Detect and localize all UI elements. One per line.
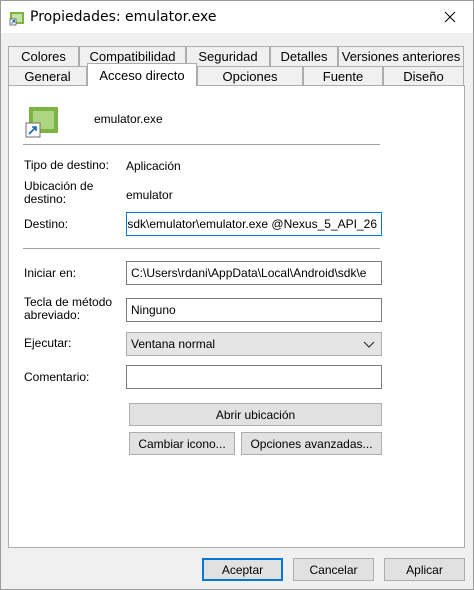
run-select[interactable]: Ventana normal	[126, 332, 382, 356]
target-field[interactable]: sdk\emulator\emulator.exe @Nexus_5_API_2…	[126, 212, 382, 236]
cancel-button[interactable]: Cancelar	[293, 558, 374, 581]
tab-acceso-directo[interactable]: Acceso directo	[87, 63, 197, 86]
divider	[23, 144, 380, 145]
hotkey-field[interactable]: Ninguno	[126, 298, 382, 322]
title-bar: Propiedades: emulator.exe	[1, 1, 473, 33]
tab-versiones-anteriores[interactable]: Versiones anteriores	[338, 46, 464, 66]
tabs-row-2: General Acceso directo Opciones Fuente D…	[8, 63, 464, 86]
start-in-field[interactable]: C:\Users\rdani\AppData\Local\Android\sdk…	[126, 261, 382, 285]
target-label: Destino:	[24, 217, 69, 231]
advanced-options-button[interactable]: Opciones avanzadas...	[241, 432, 382, 455]
open-location-button[interactable]: Abrir ubicación	[129, 403, 382, 426]
hotkey-label: Tecla de método abreviado:	[24, 295, 113, 322]
app-icon	[9, 12, 24, 26]
target-location-value: emulator	[126, 188, 173, 202]
tabs-row-1: Colores Compatibilidad Seguridad Detalle…	[8, 46, 464, 66]
tab-colores[interactable]: Colores	[8, 46, 79, 66]
ok-button[interactable]: Aceptar	[202, 558, 283, 581]
run-label: Ejecutar:	[24, 336, 72, 350]
comment-label: Comentario:	[24, 370, 90, 384]
shortcut-app-icon	[25, 107, 58, 138]
change-icon-button[interactable]: Cambiar icono...	[129, 432, 235, 455]
target-type-value: Aplicación	[126, 159, 181, 173]
tab-seguridad[interactable]: Seguridad	[186, 46, 270, 66]
close-button[interactable]	[427, 1, 473, 33]
tab-general[interactable]: General	[8, 66, 87, 86]
shortcut-name: emulator.exe	[94, 112, 163, 126]
tab-fuente[interactable]: Fuente	[303, 66, 383, 86]
chevron-down-icon	[363, 341, 375, 348]
target-type-label: Tipo de destino:	[24, 158, 109, 172]
window-title: Propiedades: emulator.exe	[30, 9, 217, 25]
properties-window: Propiedades: emulator.exe Colores Compat…	[0, 0, 474, 590]
apply-button[interactable]: Aplicar	[384, 558, 465, 581]
target-location-label: Ubicación de destino:	[24, 179, 94, 206]
tab-opciones[interactable]: Opciones	[197, 66, 303, 86]
close-icon	[444, 11, 456, 23]
tab-diseno[interactable]: Diseño	[383, 66, 464, 86]
comment-field[interactable]	[126, 365, 382, 389]
tab-detalles[interactable]: Detalles	[270, 46, 338, 66]
start-in-label: Iniciar en:	[24, 266, 77, 280]
divider	[23, 248, 380, 249]
